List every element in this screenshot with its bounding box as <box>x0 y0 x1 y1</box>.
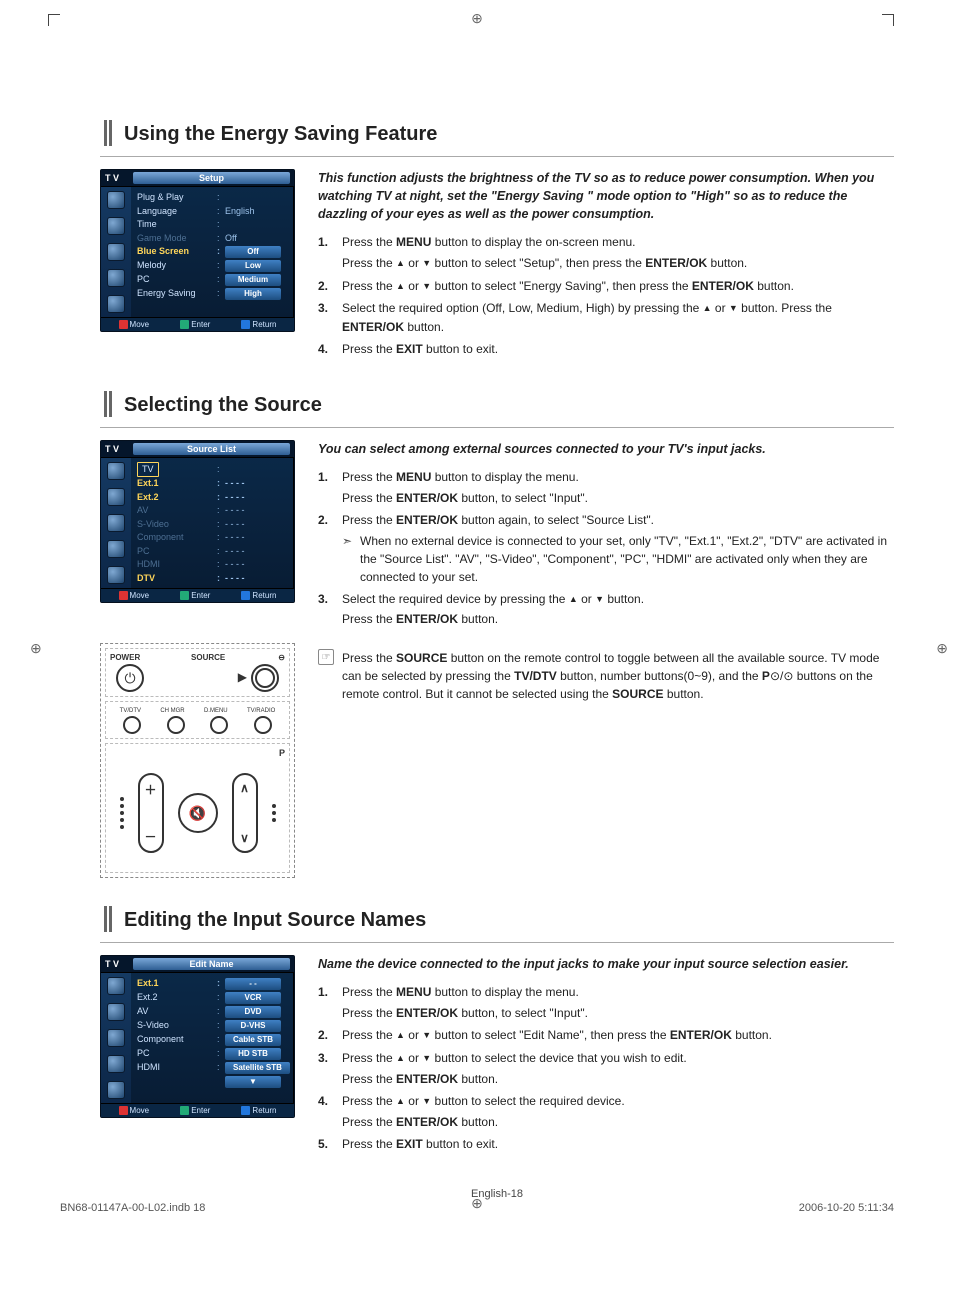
registration-mark: ⊕ <box>30 640 42 657</box>
osd-footer: Move Enter Return <box>101 317 294 331</box>
source-button-icon <box>251 664 279 692</box>
osd-item-list: TV:Ext.1:- - - -Ext.2:- - - -AV:- - - -S… <box>131 458 294 588</box>
osd-item-list: Ext.1:- -Ext.2:VCRAV:DVDS-Video:D-VHSCom… <box>131 973 294 1103</box>
crop-mark <box>48 14 60 26</box>
section-lead: Name the device connected to the input j… <box>318 955 894 973</box>
remote-source-label: SOURCE <box>191 653 225 662</box>
channel-rocker-icon: ∧∨ <box>232 773 258 853</box>
osd-category-icons <box>101 458 131 588</box>
crop-mark <box>882 14 894 26</box>
osd-tv-label: T V <box>105 173 133 183</box>
section-lead: You can select among external sources co… <box>318 440 894 458</box>
osd-title: Edit Name <box>133 958 290 970</box>
osd-editname-panel: T V Edit Name Ext.1:- -Ext.2:VCRAV:DVDS-… <box>100 955 295 1118</box>
osd-title: Source List <box>133 443 290 455</box>
osd-sourcelist-panel: T V Source List TV:Ext.1:- - - -Ext.2:- … <box>100 440 295 603</box>
section-heading: Selecting the Source <box>124 394 322 417</box>
remote-diagram: POWER SOURCE ⊖ ▶ TV/DTV CH MGR <box>100 643 295 878</box>
power-button-icon <box>116 664 144 692</box>
registration-mark: ⊕ <box>471 10 483 27</box>
osd-footer: Move Enter Return <box>101 1103 294 1117</box>
osd-category-icons <box>101 973 131 1103</box>
section-heading: Using the Energy Saving Feature <box>124 123 437 146</box>
note-text: Press the SOURCE button on the remote co… <box>342 649 894 703</box>
osd-category-icons <box>101 187 131 317</box>
section-lead: This function adjusts the brightness of … <box>318 169 894 223</box>
page-number: English-18 <box>100 1188 894 1200</box>
registration-mark: ⊕ <box>936 640 948 657</box>
volume-rocker-icon: ＋－ <box>138 773 164 853</box>
osd-tv-label: T V <box>105 959 133 969</box>
step-list: 1.Press the MENU button to display the o… <box>318 233 894 359</box>
osd-title: Setup <box>133 172 290 184</box>
remote-label-row: TV/DTV CH MGR D.MENU TV/RADIO <box>110 708 285 714</box>
footer-file: BN68-01147A-00-L02.indb 18 <box>60 1202 205 1214</box>
osd-tv-label: T V <box>105 444 133 454</box>
osd-setup-panel: T V Setup Plug & Play:Language:EnglishTi… <box>100 169 295 332</box>
step-list: 1.Press the MENU button to display the m… <box>318 468 894 629</box>
footer-timestamp: 2006-10-20 5:11:34 <box>799 1202 894 1214</box>
section-heading: Editing the Input Source Names <box>124 909 426 932</box>
step-list: 1.Press the MENU button to display the m… <box>318 983 894 1154</box>
hand-note-icon: ☞ <box>318 649 334 665</box>
osd-item-list: Plug & Play:Language:EnglishTime:Game Mo… <box>131 187 294 317</box>
osd-footer: Move Enter Return <box>101 588 294 602</box>
remote-power-label: POWER <box>110 653 140 662</box>
mute-button-icon: 🔇 <box>178 793 218 833</box>
